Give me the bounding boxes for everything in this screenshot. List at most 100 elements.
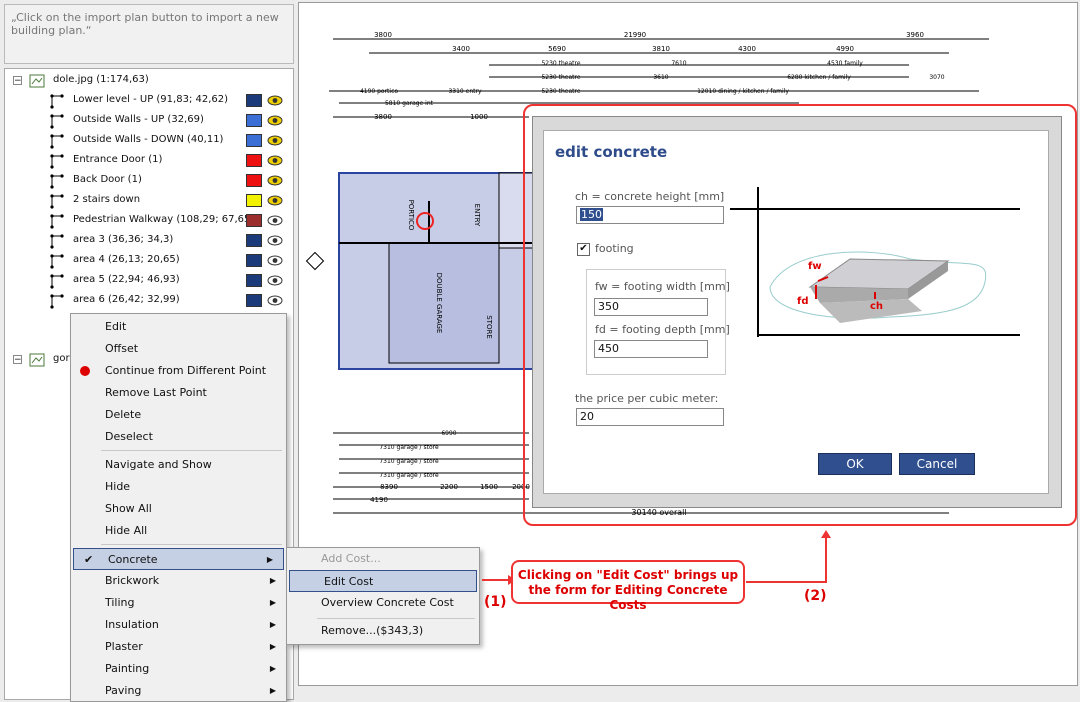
check-icon: ✔ [84,553,94,566]
submenu-add-cost-label: Add Cost... [321,552,381,565]
polyline-icon [50,134,64,149]
plan-dim-text: 3310 entry [448,88,481,95]
visibility-eye-icon[interactable] [267,115,283,126]
submenu-edit-cost-label: Edit Cost [324,575,374,588]
menu-item[interactable]: Deselect [71,426,286,448]
layer-label: Pedestrian Walkway (108,29; 67,65) [73,214,255,225]
layer-color-swatch[interactable] [246,174,262,187]
menu-item-label: Delete [105,408,142,421]
cancel-button[interactable]: Cancel [899,453,975,475]
tree-root-item[interactable]: − dole.jpg (1:174,63) [5,71,291,91]
polyline-icon [50,254,64,269]
layer-row[interactable]: Outside Walls - UP (32,69) [5,111,291,131]
menu-item[interactable]: Hide All [71,520,286,542]
menu-item[interactable]: Insulation ▶ [71,614,286,636]
layer-row[interactable]: Entrance Door (1) [5,151,291,171]
plan-dim-text: 5810 garage int [385,100,434,107]
plan-dim-text: 5230 theatre [541,74,580,81]
layer-color-swatch[interactable] [246,154,262,167]
submenu-arrow-icon: ▶ [269,686,276,695]
layer-row[interactable]: Lower level - UP (91,83; 42,62) [5,91,291,111]
menu-item[interactable]: Delete [71,404,286,426]
menu-item[interactable]: ✔ Concrete ▶ [73,548,284,570]
layer-color-swatch[interactable] [246,94,262,107]
polyline-icon [50,214,64,229]
step-2-label: (2) [804,588,827,604]
submenu-remove-label: Remove...($343,3) [321,624,424,637]
layer-row[interactable]: area 4 (26,13; 20,65) [5,251,291,271]
collapse-toggle[interactable]: − [13,76,22,86]
visibility-eye-icon[interactable] [267,255,283,266]
ok-button[interactable]: OK [818,453,892,475]
layer-row[interactable]: 2 stairs down [5,191,291,211]
visibility-eye-icon[interactable] [267,275,283,286]
menu-item[interactable]: Painting ▶ [71,658,286,680]
menu-item[interactable]: Edit [71,316,286,338]
plan-dim-text: 3610 [653,74,668,81]
submenu-add-cost[interactable]: Add Cost... [287,548,479,570]
layer-color-swatch[interactable] [246,274,262,287]
menu-item[interactable]: Brickwork ▶ [71,570,286,592]
layer-row[interactable]: Back Door (1) [5,171,291,191]
layer-label: area 3 (36,36; 34,3) [73,234,174,245]
layer-row[interactable]: area 6 (26,42; 32,99) [5,291,291,311]
plan-dim-text: 4990 [836,45,854,53]
submenu-overview[interactable]: Overview Concrete Cost [287,592,479,614]
price-input[interactable]: 20 [576,408,724,426]
visibility-eye-icon[interactable] [267,295,283,306]
diagram-label-fw: fw [808,261,822,272]
visibility-eye-icon[interactable] [267,195,283,206]
visibility-eye-icon[interactable] [267,215,283,226]
layer-color-swatch[interactable] [246,254,262,267]
submenu-arrow-icon: ▶ [269,576,276,585]
menu-item-label: Painting [105,662,150,675]
ch-input-value: 150 [580,208,603,221]
menu-item[interactable]: Plaster ▶ [71,636,286,658]
submenu-edit-cost[interactable]: Edit Cost [289,570,477,592]
submenu-remove[interactable]: Remove...($343,3) [287,620,479,642]
layer-color-swatch[interactable] [246,234,262,247]
footing-checkbox[interactable]: ✔ [577,243,590,256]
fw-input-value: 350 [598,300,619,313]
concrete-submenu: Add Cost... Edit Cost Overview Concrete … [286,547,480,645]
visibility-eye-icon[interactable] [267,175,283,186]
image-icon [29,353,45,367]
menu-item-label: Remove Last Point [105,386,207,399]
fw-input[interactable]: 350 [594,298,708,316]
footing-label: footing [595,242,634,255]
layer-color-swatch[interactable] [246,214,262,227]
fd-input[interactable]: 450 [594,340,708,358]
polyline-icon [50,174,64,189]
submenu-arrow-icon: ▶ [269,620,276,629]
plan-dim-text: 3960 [906,31,924,39]
layer-row[interactable]: area 5 (22,94; 46,93) [5,271,291,291]
layer-color-swatch[interactable] [246,294,262,307]
layer-row[interactable]: area 3 (36,36; 34,3) [5,231,291,251]
menu-item[interactable]: Navigate and Show [71,454,286,476]
visibility-eye-icon[interactable] [267,235,283,246]
plan-dim-text: 5690 [548,45,566,53]
ch-input[interactable]: 150 [576,206,724,224]
menu-item[interactable]: Hide [71,476,286,498]
step-1-label: (1) [484,594,507,610]
layer-row[interactable]: Outside Walls - DOWN (40,11) [5,131,291,151]
fd-input-value: 450 [598,342,619,355]
menu-item[interactable]: Offset [71,338,286,360]
menu-item[interactable]: Show All [71,498,286,520]
collapse-toggle[interactable]: − [13,355,22,365]
visibility-eye-icon[interactable] [267,95,283,106]
layer-color-swatch[interactable] [246,134,262,147]
plan-dim-text: 3800 [374,113,392,121]
menu-item[interactable]: Tiling ▶ [71,592,286,614]
layer-color-swatch[interactable] [246,194,262,207]
menu-item[interactable]: Continue from Different Point [71,360,286,382]
visibility-eye-icon[interactable] [267,135,283,146]
menu-item[interactable]: Remove Last Point [71,382,286,404]
menu-item[interactable]: Paving ▶ [71,680,286,702]
dialog-title: edit concrete [555,143,668,161]
visibility-eye-icon[interactable] [267,155,283,166]
layer-row[interactable]: Pedestrian Walkway (108,29; 67,65) [5,211,291,231]
layer-color-swatch[interactable] [246,114,262,127]
menu-separator [101,544,282,545]
plan-dim-text: 7310 garage / store [379,458,439,465]
